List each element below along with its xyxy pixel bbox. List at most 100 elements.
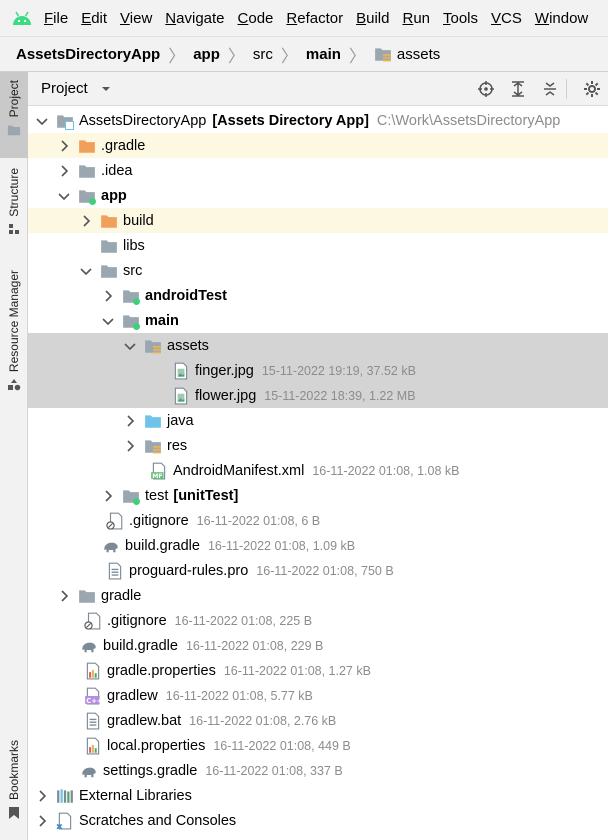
chevron-down-icon[interactable] — [100, 313, 116, 329]
tree-row-gradlew-bat[interactable]: gradlew.bat 16-11-2022 01:08, 2.76 kB — [28, 708, 608, 733]
tab-project[interactable]: Project — [0, 72, 28, 158]
tree-row-java[interactable]: java — [28, 408, 608, 433]
tree-row-manifest[interactable]: AndroidManifest.xml 16-11-2022 01:08, 1.… — [28, 458, 608, 483]
expand-all-icon[interactable] — [502, 80, 534, 98]
tree-row-root-gitignore[interactable]: .gitignore 16-11-2022 01:08, 225 B — [28, 608, 608, 633]
tree-row-settings-gradle[interactable]: settings.gradle 16-11-2022 01:08, 337 B — [28, 758, 608, 783]
gear-icon[interactable] — [576, 80, 608, 98]
tree-label: .gitignore — [129, 512, 189, 529]
menu-code[interactable]: Code — [238, 10, 274, 27]
tree-row-app[interactable]: app — [28, 183, 608, 208]
menu-tools[interactable]: Tools — [443, 10, 478, 27]
menu-edit[interactable]: Edit — [81, 10, 107, 27]
chevron-right-icon[interactable] — [56, 138, 72, 154]
file-meta: 16-11-2022 01:08, 229 B — [185, 638, 324, 653]
breadcrumb-assets-label: assets — [396, 45, 441, 63]
tree-row-gradle-properties[interactable]: gradle.properties 16-11-2022 01:08, 1.27… — [28, 658, 608, 683]
breadcrumb-main[interactable]: main — [306, 46, 341, 63]
tree-row-external-libraries[interactable]: External Libraries — [28, 783, 608, 808]
tree-label: app — [101, 187, 127, 204]
tree-row-proguard[interactable]: proguard-rules.pro 16-11-2022 01:08, 750… — [28, 558, 608, 583]
tree-row-libs[interactable]: libs — [28, 233, 608, 258]
excluded-folder-icon — [100, 212, 118, 230]
tree-row-test[interactable]: test [unitTest] — [28, 483, 608, 508]
gradle-elephant-icon — [80, 762, 98, 780]
tree-row-build[interactable]: build — [28, 208, 608, 233]
chevron-down-icon[interactable] — [78, 263, 94, 279]
chevron-down-icon[interactable] — [122, 338, 138, 354]
chevron-right-icon[interactable] — [100, 488, 116, 504]
chevron-down-icon[interactable] — [34, 113, 50, 129]
project-view-label: Project — [41, 80, 88, 97]
collapse-all-icon[interactable] — [534, 80, 566, 98]
tab-bookmarks[interactable]: Bookmarks — [0, 736, 28, 828]
breadcrumb-main-label: main — [305, 45, 341, 63]
menu-vcs[interactable]: VCS — [491, 10, 522, 27]
project-panel-header: Project — [28, 72, 608, 106]
tree-row-gradle[interactable]: gradle — [28, 583, 608, 608]
tree-row-app-build-gradle[interactable]: build.gradle 16-11-2022 01:08, 1.09 kB — [28, 533, 608, 558]
chevron-right-icon[interactable] — [78, 213, 94, 229]
resource-folder-icon — [144, 437, 162, 455]
tree-label: flower.jpg — [195, 387, 257, 404]
chevron-right-icon[interactable] — [56, 163, 72, 179]
tree-label: build.gradle — [125, 537, 200, 554]
tree-row-androidtest[interactable]: androidTest — [28, 283, 608, 308]
file-meta: 16-11-2022 01:08, 2.76 kB — [189, 713, 337, 728]
tree-label: main — [145, 312, 179, 329]
chevron-right-icon[interactable] — [34, 788, 50, 804]
menu-file[interactable]: File — [44, 10, 68, 27]
project-view-selector[interactable]: Project — [41, 80, 112, 97]
menu-navigate[interactable]: Navigate — [165, 10, 224, 27]
tree-row-app-gitignore[interactable]: .gitignore 16-11-2022 01:08, 6 B — [28, 508, 608, 533]
tree-row-gradle-dir[interactable]: .gradle — [28, 133, 608, 158]
breadcrumb-assets[interactable]: assets — [374, 45, 440, 63]
root-project-name: AssetsDirectoryApp — [79, 112, 207, 129]
properties-file-icon — [84, 737, 102, 755]
project-tree: AssetsDirectoryApp [Assets Directory App… — [28, 106, 608, 840]
menu-window[interactable]: Window — [535, 10, 588, 27]
chevron-right-icon[interactable] — [34, 813, 50, 829]
menu-refactor[interactable]: Refactor — [286, 10, 343, 27]
tree-row-idea[interactable]: .idea — [28, 158, 608, 183]
file-meta: 16-11-2022 01:08, 1.27 kB — [223, 663, 371, 678]
breadcrumb-app[interactable]: app — [193, 46, 220, 63]
folder-icon — [78, 587, 96, 605]
chevron-right-icon[interactable] — [100, 288, 116, 304]
file-meta: 16-11-2022 01:08, 449 B — [213, 738, 351, 753]
test-suffix: [unitTest] — [173, 487, 239, 504]
gitignore-file-icon — [84, 612, 102, 630]
tree-label: .gitignore — [107, 612, 167, 629]
tree-row-assets[interactable]: assets — [28, 333, 608, 358]
tab-structure[interactable]: Structure — [0, 164, 28, 244]
menu-run[interactable]: Run — [402, 10, 430, 27]
menu-build[interactable]: Build — [356, 10, 389, 27]
locate-target-icon[interactable] — [470, 80, 502, 98]
chevron-down-icon[interactable] — [56, 188, 72, 204]
tree-row-root[interactable]: AssetsDirectoryApp [Assets Directory App… — [28, 108, 608, 133]
chevron-right-icon[interactable] — [122, 438, 138, 454]
android-studio-logo-icon — [0, 0, 44, 36]
tree-row-src[interactable]: src — [28, 258, 608, 283]
tree-row-res[interactable]: res — [28, 433, 608, 458]
chevron-right-icon[interactable] — [56, 588, 72, 604]
breadcrumb-project[interactable]: AssetsDirectoryApp — [16, 46, 160, 63]
tree-row-gradlew[interactable]: gradlew 16-11-2022 01:08, 5.77 kB — [28, 683, 608, 708]
tree-row-main[interactable]: main — [28, 308, 608, 333]
tree-row-root-build-gradle[interactable]: build.gradle 16-11-2022 01:08, 229 B — [28, 633, 608, 658]
tree-label: settings.gradle — [103, 762, 198, 779]
chevron-right-icon[interactable] — [122, 413, 138, 429]
tree-label: androidTest — [145, 287, 227, 304]
tree-row-scratches[interactable]: Scratches and Consoles — [28, 808, 608, 833]
menu-view[interactable]: View — [120, 10, 152, 27]
tree-label: gradle — [101, 587, 142, 604]
tree-label: .idea — [101, 162, 133, 179]
properties-file-icon — [84, 662, 102, 680]
tree-row-finger[interactable]: finger.jpg 15-11-2022 19:19, 37.52 kB — [28, 358, 608, 383]
image-file-icon — [172, 362, 190, 380]
tree-row-flower[interactable]: flower.jpg 15-11-2022 18:39, 1.22 MB — [28, 383, 608, 408]
tree-row-local-properties[interactable]: local.properties 16-11-2022 01:08, 449 B — [28, 733, 608, 758]
tab-resource-manager[interactable]: Resource Manager — [0, 266, 28, 406]
library-icon — [56, 787, 74, 805]
breadcrumb-src[interactable]: src — [253, 46, 273, 63]
